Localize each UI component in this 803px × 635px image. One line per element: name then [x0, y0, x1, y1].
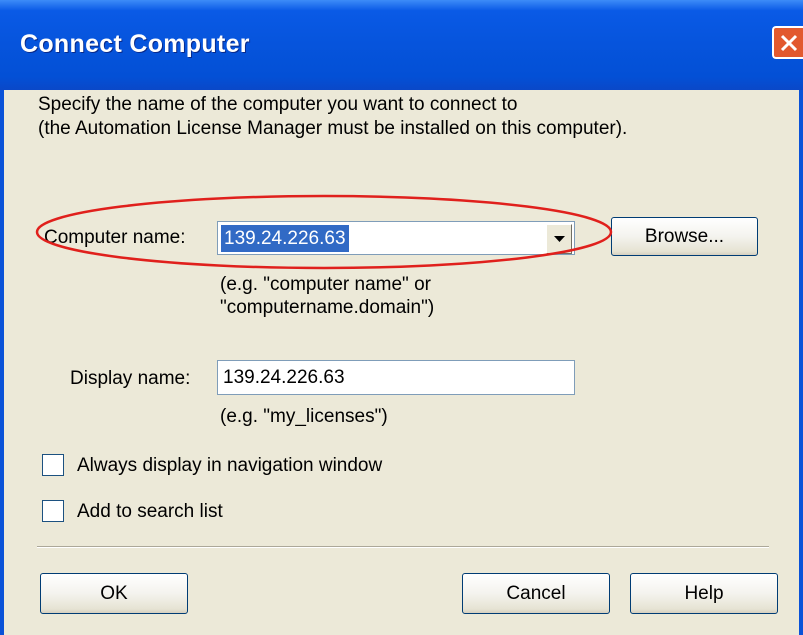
display-name-hint: (e.g. "my_licenses") — [220, 406, 388, 427]
browse-button[interactable]: Browse... — [611, 217, 758, 256]
title-bar[interactable]: Connect Computer — [0, 0, 803, 90]
highlight-ellipse — [35, 194, 613, 270]
description-line-2: (the Automation License Manager must be … — [38, 118, 628, 139]
display-name-value: 139.24.226.63 — [223, 367, 345, 388]
add-to-search-list-checkbox[interactable] — [42, 500, 64, 522]
dialog-title: Connect Computer — [20, 30, 250, 58]
description-line-1: Specify the name of the computer you wan… — [38, 94, 518, 115]
display-name-input[interactable]: 139.24.226.63 — [217, 360, 575, 395]
always-display-label[interactable]: Always display in navigation window — [77, 455, 382, 477]
close-button[interactable] — [772, 26, 803, 59]
cancel-button[interactable]: Cancel — [462, 573, 610, 614]
help-button[interactable]: Help — [630, 573, 778, 614]
close-icon — [780, 34, 798, 52]
add-to-search-list-label[interactable]: Add to search list — [77, 501, 223, 523]
separator — [37, 546, 769, 548]
dialog-body: Specify the name of the computer you wan… — [4, 90, 799, 635]
ok-button[interactable]: OK — [40, 573, 188, 614]
computer-name-hint-line-2: "computername.domain") — [220, 297, 435, 318]
display-name-label: Display name: — [70, 368, 191, 389]
always-display-checkbox[interactable] — [42, 454, 64, 476]
connect-computer-dialog: Connect Computer Specify the name of the… — [0, 0, 803, 635]
